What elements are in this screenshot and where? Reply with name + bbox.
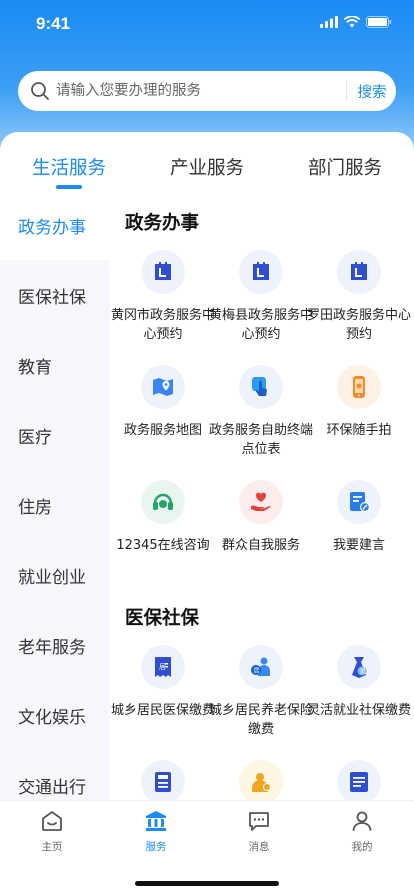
service-panel: 生活服务 产业服务 部门服务 政务办事 医保社保 教育 医疗 住房 就业创业 老… [0,132,414,800]
calendar-icon [239,250,283,294]
service-label: 灵活就业社保缴费 [306,703,411,718]
tabbar-item-profile[interactable]: 我的 [332,809,392,859]
sidebar-item-transportation[interactable]: 交通出行 [0,750,110,800]
medical-insurance-icon: 居 [141,645,185,689]
section-title-government-affairs: 政务办事 [125,213,200,234]
sidebar-item-healthcare[interactable]: 医疗 [0,400,110,470]
flexible-employment-icon: 灵 [337,645,381,689]
home-icon [42,811,62,831]
service-icon [146,811,166,831]
category-tabs: 生活服务 产业服务 部门服务 [0,132,414,190]
search-bar: 搜索 [18,71,396,111]
home-indicator [135,881,279,886]
svg-text:灵: 灵 [360,668,366,675]
tabbar-item-messages[interactable]: 消息 [229,809,289,859]
sidebar-item-employment[interactable]: 就业创业 [0,540,110,610]
suggestion-icon [337,480,381,524]
headset-icon [141,480,185,524]
service-content: 政务办事 黄冈市政务服务中心预约 黄梅县政务服务中心预约 罗田政务服务中心预约 [110,190,414,800]
message-icon [249,812,269,831]
service-label: 我要建言 [332,538,385,553]
calendar-icon [141,250,185,294]
tab-industry-services[interactable]: 产业服务 [167,154,247,182]
search-button[interactable]: 搜索 [348,71,396,111]
tab-life-services[interactable]: 生活服务 [29,154,109,182]
service-label: 政务服务自助终端点位表 [208,423,313,457]
tabbar-label: 消息 [248,841,270,853]
sidebar-item-medical-social-insurance[interactable]: 医保社保 [0,260,110,330]
service-label: 城乡居民养老保险缴费 [208,703,313,737]
touch-icon [239,365,283,409]
service-label: 城乡居民医保缴费 [110,703,215,718]
status-icons [320,16,392,28]
active-tab-indicator [56,185,82,189]
service-label: 黄冈市政务服务中心预约 [110,308,215,342]
tabbar-item-home[interactable]: 主页 [22,809,82,859]
sidebar-item-education[interactable]: 教育 [0,330,110,400]
search-icon [31,82,49,100]
profile-icon [352,811,372,831]
service-label: 黄梅县政务服务中心预约 [208,308,313,342]
sidebar: 政务办事 医保社保 教育 医疗 住房 就业创业 老年服务 文化娱乐 交通出行 [0,190,110,800]
camera-phone-icon [337,365,381,409]
sidebar-item-elderly-services[interactable]: 老年服务 [0,610,110,680]
tabbar-label: 主页 [41,841,63,853]
service-label: 环保随手拍 [326,423,392,438]
map-pin-icon [141,365,185,409]
sidebar-item-culture-entertainment[interactable]: 文化娱乐 [0,680,110,750]
signal-icon [320,16,338,28]
document-icon [337,760,381,800]
service-label: 罗田政务服务中心预约 [306,308,411,342]
service-label: 12345在线咨询 [116,538,210,553]
battery-icon [366,16,392,28]
sidebar-item-government-affairs[interactable]: 政务办事 [0,190,110,260]
status-bar: 9:41 [0,0,414,50]
svg-text:居: 居 [254,667,260,674]
search-divider [346,80,347,102]
receipt-icon [141,760,185,800]
tab-department-services[interactable]: 部门服务 [305,154,385,182]
wifi-icon [344,16,360,28]
service-label: 群众自我服务 [221,538,300,553]
calendar-icon [337,250,381,294]
heart-hand-icon [239,480,283,524]
person-badge-icon [239,760,283,800]
service-label: 政务服务地图 [123,423,202,438]
tabbar-item-services[interactable]: 服务 [126,809,186,859]
section-title-medical-social-insurance: 医保社保 [125,608,200,629]
search-input[interactable] [56,71,336,111]
svg-text:居: 居 [159,663,166,671]
sidebar-item-housing[interactable]: 住房 [0,470,110,540]
tabbar-label: 服务 [145,841,167,853]
status-time: 9:41 [36,14,71,33]
tabbar-label: 我的 [351,841,373,853]
pension-icon: 居 [239,645,283,689]
